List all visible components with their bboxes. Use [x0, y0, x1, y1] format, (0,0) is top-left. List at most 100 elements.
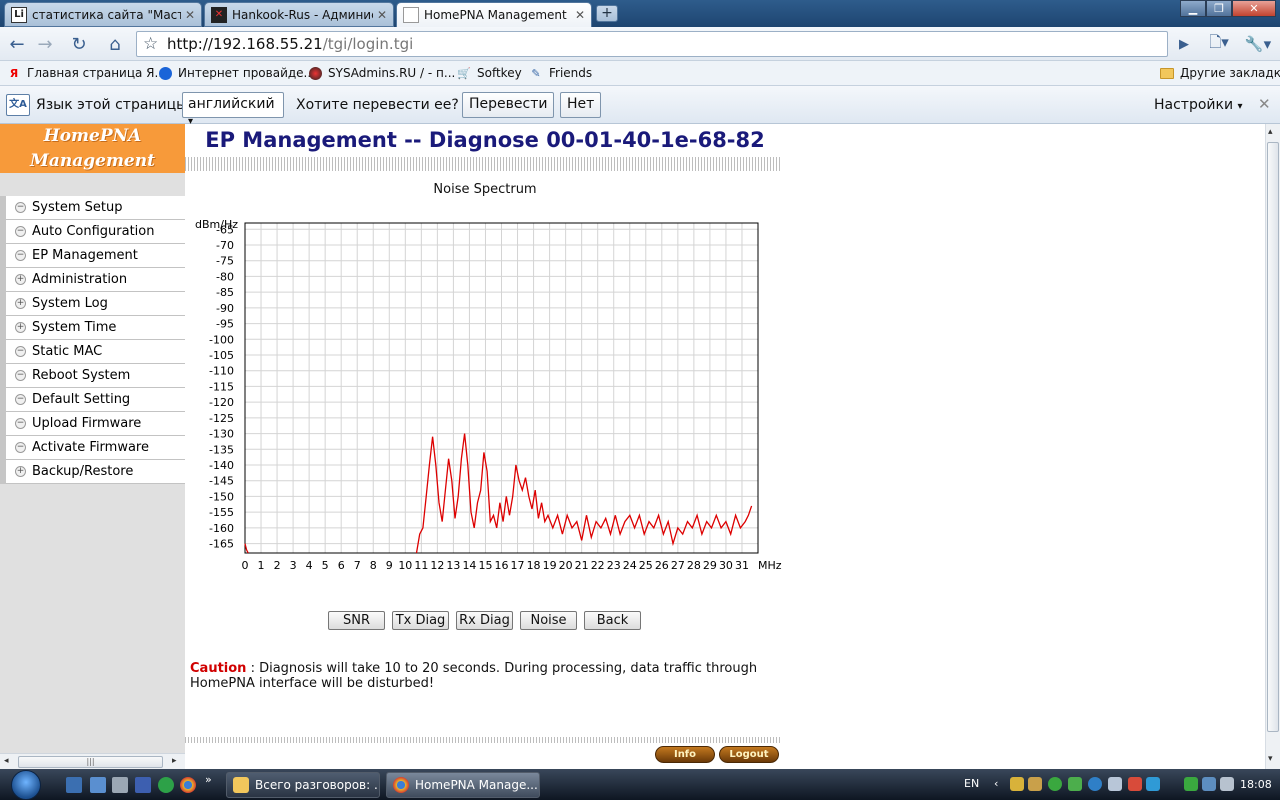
- y-tick-label: -160: [209, 522, 234, 535]
- close-icon[interactable]: ✕: [185, 8, 195, 22]
- sidebar-item-reboot-system[interactable]: − Reboot System: [6, 364, 185, 388]
- new-tab-button[interactable]: +: [596, 5, 618, 22]
- tab-site-stats[interactable]: Li статистика сайта "Масте... ✕: [4, 2, 202, 27]
- quicklaunch-more-icon[interactable]: »: [205, 773, 212, 786]
- bookmark-softkey[interactable]: 🛒 Softkey: [456, 65, 522, 81]
- x-tick-label: 4: [306, 559, 313, 572]
- reload-icon[interactable]: ↻: [67, 32, 91, 56]
- sidebar-item-auto-configuration[interactable]: − Auto Configuration: [6, 220, 185, 244]
- bookmark-friends[interactable]: ✎ Friends: [528, 65, 592, 81]
- tray-app-icon[interactable]: [1028, 777, 1042, 791]
- wrench-menu-icon[interactable]: 🔧▾: [1242, 32, 1274, 56]
- show-desktop-icon[interactable]: [66, 777, 82, 793]
- tab-homepna[interactable]: HomePNA Management ✕: [396, 2, 592, 27]
- address-bar[interactable]: ☆ http://192.168.55.21/tgi/login.tgi: [136, 31, 1168, 57]
- brand-line-2: Management: [30, 151, 155, 171]
- bookmark-sysadmins[interactable]: SYSAdmins.RU / - п...: [307, 65, 455, 81]
- expand-icon: +: [15, 466, 26, 477]
- flag-icon[interactable]: [1108, 777, 1122, 791]
- sidebar-item-label: Auto Configuration: [32, 224, 155, 239]
- yandex-icon: Я: [9, 66, 19, 80]
- x-tick-label: 19: [543, 559, 557, 572]
- sidebar-item-backup-restore[interactable]: + Backup/Restore: [6, 460, 185, 484]
- scroll-thumb[interactable]: [1267, 142, 1279, 732]
- bookmark-isp[interactable]: Интернет провайде...: [157, 65, 315, 81]
- bookmark-yandex[interactable]: Я Главная страница Я...: [6, 65, 166, 81]
- noise-button[interactable]: Noise: [520, 611, 577, 630]
- scroll-up-icon[interactable]: ▴: [1268, 127, 1273, 137]
- skype-tray-icon[interactable]: [1088, 777, 1102, 791]
- scroll-left-icon[interactable]: ◂: [4, 756, 9, 766]
- scroll-thumb[interactable]: |||: [18, 756, 163, 768]
- chrome-icon[interactable]: [180, 777, 196, 793]
- snr-button[interactable]: SNR: [328, 611, 385, 630]
- taskbar-homepna[interactable]: HomePNA Manage...: [386, 772, 540, 798]
- translate-settings[interactable]: Настройки ▾: [1154, 97, 1243, 113]
- back-button[interactable]: Back: [584, 611, 641, 630]
- scroll-down-icon[interactable]: ▾: [1268, 754, 1273, 764]
- footer-divider: [185, 737, 780, 743]
- battery-icon[interactable]: [1184, 777, 1198, 791]
- y-tick-label: -80: [216, 270, 234, 283]
- go-arrow-icon[interactable]: ▶: [1172, 32, 1196, 56]
- softkey-icon: 🛒: [457, 66, 471, 80]
- icq-tray-icon[interactable]: [1048, 777, 1062, 791]
- language-select[interactable]: английский ▾: [182, 92, 284, 127]
- tray-app-icon[interactable]: [1146, 777, 1160, 791]
- tab-hankook[interactable]: ✕ Hankook-Rus - Админис... ✕: [204, 2, 394, 27]
- taskbar-conversations[interactable]: Всего разговоров: ...: [226, 772, 380, 798]
- close-icon[interactable]: ✕: [377, 8, 387, 22]
- calculator-icon[interactable]: [112, 777, 128, 793]
- vertical-scrollbar[interactable]: ▴ ▾: [1265, 124, 1280, 769]
- info-button[interactable]: Info: [655, 746, 715, 763]
- sidebar-item-static-mac[interactable]: − Static MAC: [6, 340, 185, 364]
- x-tick-label: 18: [527, 559, 541, 572]
- horizontal-scrollbar[interactable]: ◂ ||| ▸: [0, 753, 185, 769]
- tray-app-icon[interactable]: [1010, 777, 1024, 791]
- switch-windows-icon[interactable]: [90, 777, 106, 793]
- minimize-icon[interactable]: ▁: [1180, 0, 1206, 17]
- home-icon[interactable]: ⌂: [103, 32, 127, 56]
- icq-icon[interactable]: [158, 777, 174, 793]
- sidebar-item-activate-firmware[interactable]: − Activate Firmware: [6, 436, 185, 460]
- sidebar-item-administration[interactable]: + Administration: [6, 268, 185, 292]
- logout-button[interactable]: Logout: [719, 746, 779, 763]
- y-tick-label: -145: [209, 475, 234, 488]
- start-button[interactable]: [4, 769, 48, 800]
- rx-diag-button[interactable]: Rx Diag: [456, 611, 513, 630]
- sidebar-item-default-setting[interactable]: − Default Setting: [6, 388, 185, 412]
- bookmark-star-icon[interactable]: ☆: [143, 32, 158, 56]
- maximize-icon[interactable]: ❐: [1206, 0, 1232, 17]
- sidebar-item-system-time[interactable]: + System Time: [6, 316, 185, 340]
- no-translate-button[interactable]: Нет: [560, 92, 602, 118]
- translate-button[interactable]: Перевести: [462, 92, 555, 118]
- tray-app-icon[interactable]: [1128, 777, 1142, 791]
- page-menu-icon[interactable]: 🗋▾: [1204, 32, 1234, 56]
- sidebar-item-upload-firmware[interactable]: − Upload Firmware: [6, 412, 185, 436]
- collapse-icon: −: [15, 226, 26, 237]
- sidebar-item-label: Backup/Restore: [32, 464, 134, 479]
- close-translate-icon[interactable]: ✕: [1258, 95, 1271, 113]
- window-close-icon[interactable]: ✕: [1232, 0, 1276, 17]
- caution-message: Caution : Diagnosis will take 10 to 20 s…: [190, 661, 780, 691]
- tx-diag-button[interactable]: Tx Diag: [392, 611, 449, 630]
- save-icon[interactable]: [135, 777, 151, 793]
- back-arrow-icon[interactable]: ←: [5, 32, 29, 56]
- bookmark-other[interactable]: Другие закладки: [1159, 65, 1280, 81]
- close-icon[interactable]: ✕: [575, 8, 585, 22]
- clock[interactable]: 18:08: [1240, 778, 1272, 791]
- brand-line-1: HomePNA: [43, 126, 142, 146]
- sidebar-item-system-log[interactable]: + System Log: [6, 292, 185, 316]
- noise-series-line: [415, 433, 753, 554]
- sidebar-item-ep-management[interactable]: − EP Management: [6, 244, 185, 268]
- tray-expand-icon[interactable]: ‹: [994, 777, 998, 790]
- language-indicator[interactable]: EN: [964, 777, 979, 790]
- volume-icon[interactable]: [1220, 777, 1234, 791]
- sidebar-item-system-setup[interactable]: − System Setup: [6, 196, 185, 220]
- scroll-right-icon[interactable]: ▸: [172, 756, 177, 766]
- forward-arrow-icon[interactable]: →: [33, 32, 57, 56]
- x-axis-label: MHz: [758, 559, 782, 572]
- tray-app-icon[interactable]: [1068, 777, 1082, 791]
- network-icon[interactable]: [1202, 777, 1216, 791]
- x-tick-label: 2: [274, 559, 281, 572]
